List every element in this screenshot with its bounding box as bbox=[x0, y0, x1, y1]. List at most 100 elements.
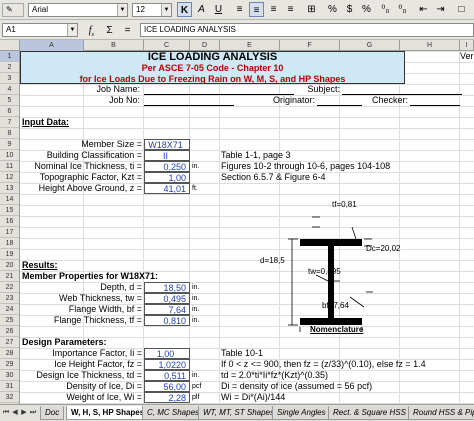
increase-indent-button[interactable]: ⇥ bbox=[433, 2, 448, 17]
column-header[interactable]: A bbox=[20, 40, 84, 51]
equals-button[interactable]: = bbox=[120, 23, 135, 38]
row-header[interactable]: 9 bbox=[0, 139, 19, 150]
chevron-down-icon[interactable]: ▼ bbox=[117, 4, 127, 16]
row-header[interactable]: 6 bbox=[0, 106, 19, 117]
remove-decimal-button[interactable]: ⁰₀ bbox=[395, 2, 410, 17]
column-header[interactable]: F bbox=[280, 40, 340, 51]
member-size-input[interactable]: W18X71 bbox=[144, 139, 190, 150]
tab-single-angles[interactable]: Single Angles bbox=[272, 406, 331, 420]
row-header[interactable]: 19 bbox=[0, 249, 19, 260]
row-header[interactable]: 22 bbox=[0, 282, 19, 293]
building-class-input[interactable]: II bbox=[144, 150, 190, 161]
checker-line bbox=[410, 105, 460, 106]
design-note: Table 10-1 bbox=[221, 348, 264, 358]
align-right-button[interactable]: ≡ bbox=[266, 2, 281, 17]
column-header[interactable]: I bbox=[460, 40, 474, 51]
underline-button[interactable]: U bbox=[211, 2, 226, 17]
tf-label: tf=0,81 bbox=[332, 200, 357, 209]
tab-rect-square-hss[interactable]: Rect. & Square HSS bbox=[328, 406, 411, 420]
font-name-select[interactable]: Arial ▼ bbox=[28, 3, 128, 17]
font-size-select[interactable]: 12 ▼ bbox=[132, 3, 172, 17]
row-header[interactable]: 27 bbox=[0, 337, 19, 348]
row-header[interactable]: 17 bbox=[0, 227, 19, 238]
row-header[interactable]: 18 bbox=[0, 238, 19, 249]
input-label: Building Classification = bbox=[46, 150, 142, 160]
tab-wt-mt-st-shapes[interactable]: WT, MT, ST Shapes bbox=[198, 406, 279, 420]
property-label: Web Thickness, tw = bbox=[59, 293, 142, 303]
tab-w-h-s-hp-shapes[interactable]: W, H, S, HP Shapes bbox=[66, 406, 150, 420]
bold-button[interactable]: K bbox=[177, 2, 192, 17]
row-header[interactable]: 3 bbox=[0, 73, 19, 84]
function-wizard-button[interactable]: fx bbox=[84, 23, 99, 38]
merge-cells-button[interactable]: ⊞ bbox=[304, 2, 319, 17]
last-sheet-icon[interactable]: ⏭ bbox=[29, 408, 37, 418]
ice-thickness-input[interactable]: 0,250 bbox=[144, 161, 190, 172]
version-label: Ver bbox=[460, 51, 474, 61]
row-header[interactable]: 14 bbox=[0, 194, 19, 205]
height-above-ground-input[interactable]: 41,01 bbox=[144, 183, 190, 194]
row-header[interactable]: 21 bbox=[0, 271, 19, 282]
select-all-corner[interactable] bbox=[0, 40, 20, 51]
name-box[interactable]: A1 ▼ bbox=[2, 23, 78, 37]
first-sheet-icon[interactable]: ⏮ bbox=[2, 408, 10, 418]
formula-input[interactable]: ICE LOADING ANALYSIS bbox=[140, 23, 474, 37]
borders-button[interactable]: □ bbox=[454, 2, 469, 17]
row-header[interactable]: 7 bbox=[0, 117, 19, 128]
decimal-button[interactable]: % bbox=[359, 2, 374, 17]
column-header[interactable]: E bbox=[220, 40, 280, 51]
tab-c-mc-shapes[interactable]: C, MC Shapes bbox=[142, 406, 205, 420]
column-header[interactable]: D bbox=[190, 40, 220, 51]
row-header[interactable]: 29 bbox=[0, 359, 19, 370]
italic-button[interactable]: A bbox=[194, 2, 209, 17]
decrease-indent-button[interactable]: ⇤ bbox=[416, 2, 431, 17]
align-center-button[interactable]: ≡ bbox=[249, 2, 264, 17]
style-icon[interactable]: ✎ bbox=[2, 3, 24, 17]
row-header[interactable]: 10 bbox=[0, 150, 19, 161]
row-header[interactable]: 32 bbox=[0, 392, 19, 403]
row-header[interactable]: 1 bbox=[0, 51, 19, 62]
row-header[interactable]: 31 bbox=[0, 381, 19, 392]
bf-label: bf=7,64 bbox=[322, 301, 349, 310]
cell-grid[interactable]: ICE LOADING ANALYSIS Per ASCE 7-05 Code … bbox=[20, 51, 474, 404]
row-header[interactable]: 16 bbox=[0, 216, 19, 227]
column-header[interactable]: C bbox=[144, 40, 190, 51]
row-header[interactable]: 2 bbox=[0, 62, 19, 73]
row-header[interactable]: 11 bbox=[0, 161, 19, 172]
row-header[interactable]: 13 bbox=[0, 183, 19, 194]
next-sheet-icon[interactable]: ▶ bbox=[20, 408, 28, 418]
align-left-button[interactable]: ≡ bbox=[232, 2, 247, 17]
depth-label: d=18,5 bbox=[260, 256, 285, 265]
justify-button[interactable]: ≡ bbox=[283, 2, 298, 17]
column-header[interactable]: G bbox=[340, 40, 400, 51]
add-decimal-button[interactable]: ⁰₀ bbox=[378, 2, 393, 17]
row-header[interactable]: 15 bbox=[0, 205, 19, 216]
tab-round-hss-pipes[interactable]: Round HSS & Pipes bbox=[408, 406, 474, 420]
row-header[interactable]: 12 bbox=[0, 172, 19, 183]
unit-label: ft. bbox=[192, 185, 198, 192]
sum-button[interactable]: Σ bbox=[102, 23, 117, 38]
row-header[interactable]: 30 bbox=[0, 370, 19, 381]
row-header[interactable]: 23 bbox=[0, 293, 19, 304]
topographic-factor-input[interactable]: 1,00 bbox=[144, 172, 190, 183]
ice-height-factor-value: 1,0220 bbox=[144, 359, 190, 370]
sheet-tab-bar: ⏮ ◀ ▶ ⏭ Doc W, H, S, HP Shapes C, MC Sha… bbox=[0, 404, 474, 421]
row-header[interactable]: 24 bbox=[0, 304, 19, 315]
chevron-down-icon[interactable]: ▼ bbox=[161, 4, 171, 16]
row-header[interactable]: 20 bbox=[0, 260, 19, 271]
currency-button[interactable]: $ bbox=[342, 2, 357, 17]
row-header[interactable]: 28 bbox=[0, 348, 19, 359]
column-header[interactable]: B bbox=[84, 40, 144, 51]
row-header[interactable]: 5 bbox=[0, 95, 19, 106]
tab-doc[interactable]: Doc bbox=[40, 406, 65, 420]
row-header[interactable]: 25 bbox=[0, 315, 19, 326]
row-header[interactable]: 4 bbox=[0, 84, 19, 95]
row-header[interactable]: 26 bbox=[0, 326, 19, 337]
column-header[interactable]: H bbox=[400, 40, 460, 51]
title-banner: ICE LOADING ANALYSIS Per ASCE 7-05 Code … bbox=[20, 51, 405, 84]
unit-label: in. bbox=[192, 284, 200, 291]
row-header[interactable]: 8 bbox=[0, 128, 19, 139]
chevron-down-icon[interactable]: ▼ bbox=[67, 24, 77, 36]
ice-density-value: 56,00 bbox=[144, 381, 190, 392]
prev-sheet-icon[interactable]: ◀ bbox=[11, 408, 19, 418]
percent-button[interactable]: % bbox=[325, 2, 340, 17]
